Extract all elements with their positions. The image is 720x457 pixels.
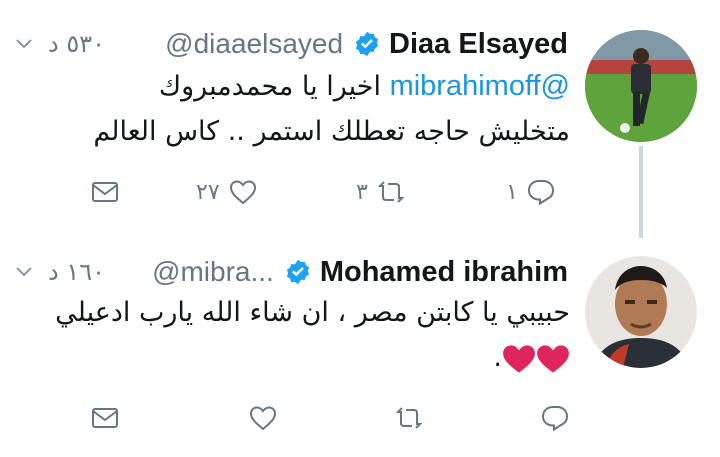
tweet-line-2: متخليش حاجه تعطلك استمر .. كاس العالم <box>93 116 570 147</box>
chevron-down-icon[interactable] <box>14 262 34 282</box>
tweet-meta: ٥٣٠ د <box>14 24 105 64</box>
tweet-text: @mibrahimoff اخيرا يا محمدمبروك متخليش ح… <box>10 64 570 154</box>
tweet-mohamed[interactable]: Mohamed ibrahim @mibra... ١٦٠ د حبيبي يا… <box>0 230 720 457</box>
reply-button[interactable] <box>532 398 570 438</box>
mail-icon <box>92 182 118 202</box>
user-name[interactable]: Diaa Elsayed <box>389 28 568 61</box>
reply-icon <box>527 180 554 206</box>
tweet-line-1: حبيبي يا كابتن مصر ، ان شاء الله يارب اد… <box>55 297 570 328</box>
mail-icon <box>92 408 118 428</box>
retweet-icon <box>377 181 405 203</box>
dm-button[interactable] <box>90 398 120 438</box>
user-handle[interactable]: @mibra... <box>152 256 274 288</box>
tweet-line-2: . <box>10 335 570 380</box>
tweet-line-1: @mibrahimoff اخيرا يا محمدمبروك <box>10 64 570 109</box>
like-icon <box>229 180 256 205</box>
heart-emoji-icon <box>503 344 535 373</box>
tweet-line-2-text: . <box>493 342 502 373</box>
avatar-diaa[interactable] <box>585 30 697 142</box>
tweet-line-1-text: اخيرا يا محمدمبروك <box>158 71 390 102</box>
tweet-diaa[interactable]: Diaa Elsayed @diaaelsayed ٥٣٠ د @mibrahi… <box>0 0 720 238</box>
tweet-meta: ١٦٠ د <box>14 252 105 292</box>
tweet-time[interactable]: ٥٣٠ د <box>48 30 105 58</box>
dm-button[interactable] <box>90 172 120 212</box>
tweet-header: Diaa Elsayed @diaaelsayed <box>165 24 568 64</box>
retweet-count: ٣ <box>356 179 368 205</box>
user-name[interactable]: Mohamed ibrahim <box>320 256 568 289</box>
user-handle[interactable]: @diaaelsayed <box>165 28 343 60</box>
avatar-mohamed[interactable] <box>585 256 697 368</box>
like-button[interactable]: ٢٧ <box>196 172 258 212</box>
mention-link[interactable]: @mibrahimoff <box>390 70 570 102</box>
tweet-text: حبيبي يا كابتن مصر ، ان شاء الله يارب اد… <box>10 290 570 380</box>
reply-icon <box>541 406 569 432</box>
reply-count: ١ <box>506 179 518 205</box>
like-button[interactable] <box>240 398 278 438</box>
tweet-time[interactable]: ١٦٠ د <box>48 258 105 286</box>
retweet-icon <box>395 407 423 429</box>
chevron-down-icon[interactable] <box>14 34 34 54</box>
like-icon <box>249 406 277 431</box>
verified-badge-icon <box>286 259 309 285</box>
action-bar <box>0 398 720 438</box>
tweet-header: Mohamed ibrahim @mibra... <box>152 252 568 292</box>
like-count: ٢٧ <box>196 179 220 205</box>
heart-emoji-icon <box>537 344 569 373</box>
retweet-button[interactable] <box>386 398 424 438</box>
reply-button[interactable]: ١ <box>506 172 556 212</box>
retweet-button[interactable]: ٣ <box>356 172 406 212</box>
action-bar: ٢٧ ٣ ١ <box>0 172 720 212</box>
verified-badge-icon <box>355 31 379 57</box>
